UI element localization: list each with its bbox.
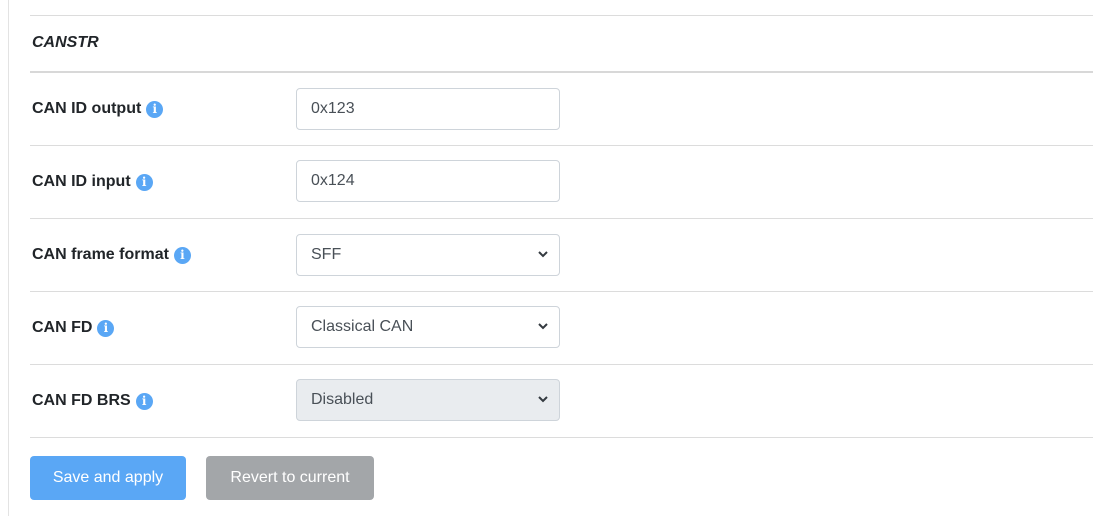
field-label: CAN FD BRS i	[32, 365, 153, 437]
field-label: CAN frame format i	[32, 219, 191, 291]
can-fd-brs-value: Disabled	[311, 391, 374, 408]
info-icon[interactable]: i	[97, 319, 115, 337]
info-icon[interactable]: i	[146, 100, 164, 118]
section-title: CANSTR	[32, 34, 99, 51]
can-id-input-input[interactable]: 0x124	[296, 160, 560, 202]
chevron-down-icon	[538, 251, 548, 258]
chevron-down-icon	[538, 396, 548, 403]
can-frame-format-select[interactable]: SFF	[296, 234, 560, 276]
form-row-can-fd-brs: CAN FD BRS i Disabled	[30, 365, 1093, 438]
can-fd-brs-select[interactable]: Disabled	[296, 379, 560, 421]
form-row-can-fd: CAN FD i Classical CAN	[30, 292, 1093, 365]
can-fd-brs-label: CAN FD BRS	[32, 392, 131, 409]
can-fd-select[interactable]: Classical CAN	[296, 306, 560, 348]
can-fd-value: Classical CAN	[311, 318, 414, 335]
can-id-output-value: 0x123	[311, 100, 355, 117]
info-icon[interactable]: i	[173, 246, 191, 264]
top-divider	[30, 15, 1093, 16]
can-frame-format-label: CAN frame format	[32, 246, 169, 263]
can-frame-format-value: SFF	[311, 246, 342, 263]
form-row-can-id-input: CAN ID input i 0x124	[30, 146, 1093, 219]
can-id-output-label: CAN ID output	[32, 100, 142, 117]
can-id-input-label: CAN ID input	[32, 173, 131, 190]
revert-to-current-button[interactable]: Revert to current	[206, 456, 374, 500]
can-id-output-input[interactable]: 0x123	[296, 88, 560, 130]
info-icon[interactable]: i	[135, 392, 153, 410]
form-row-can-frame-format: CAN frame format i SFF	[30, 219, 1093, 292]
info-icon[interactable]: i	[135, 173, 153, 191]
chevron-down-icon	[538, 323, 548, 330]
form-row-can-id-output: CAN ID output i 0x123	[30, 73, 1093, 146]
save-and-apply-button[interactable]: Save and apply	[30, 456, 186, 500]
field-label: CAN FD i	[32, 292, 115, 364]
can-id-input-value: 0x124	[311, 172, 355, 189]
can-fd-label: CAN FD	[32, 319, 93, 336]
left-divider	[8, 0, 9, 516]
field-label: CAN ID output i	[32, 73, 164, 145]
field-label: CAN ID input i	[32, 146, 153, 218]
